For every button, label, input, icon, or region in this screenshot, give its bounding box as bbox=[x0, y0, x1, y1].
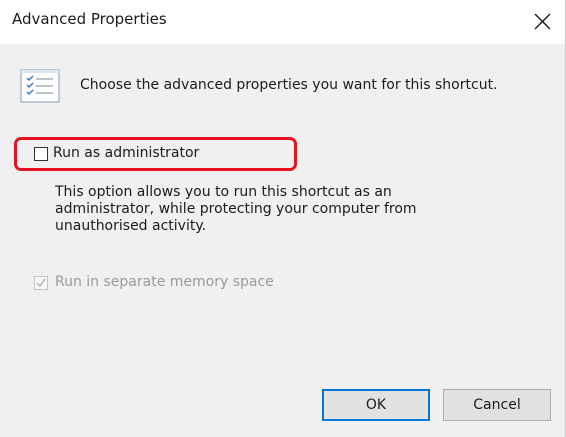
properties-list-icon bbox=[20, 69, 60, 103]
separate-memory-label[interactable]: Run in separate memory space bbox=[55, 274, 274, 290]
description-line: administrator, while protecting your com… bbox=[55, 201, 417, 217]
dialog-title: Advanced Properties bbox=[12, 10, 167, 28]
close-icon bbox=[534, 13, 551, 30]
advanced-properties-dialog: Advanced Properties Choose the advanced … bbox=[0, 0, 566, 437]
description-line: unauthorised activity. bbox=[55, 218, 207, 234]
title-bar[interactable]: Advanced Properties bbox=[0, 0, 565, 44]
close-button[interactable] bbox=[519, 0, 565, 44]
run-as-admin-label[interactable]: Run as administrator bbox=[53, 145, 199, 161]
separate-memory-checkbox[interactable] bbox=[34, 276, 48, 290]
admin-description: This option allows you to run this short… bbox=[55, 184, 455, 235]
checkmark-icon bbox=[36, 278, 46, 288]
cancel-button[interactable]: Cancel bbox=[443, 389, 551, 421]
description-line: This option allows you to run this short… bbox=[55, 184, 392, 200]
run-as-admin-checkbox[interactable] bbox=[34, 147, 48, 161]
intro-text: Choose the advanced properties you want … bbox=[80, 77, 498, 93]
ok-button[interactable]: OK bbox=[322, 389, 430, 421]
